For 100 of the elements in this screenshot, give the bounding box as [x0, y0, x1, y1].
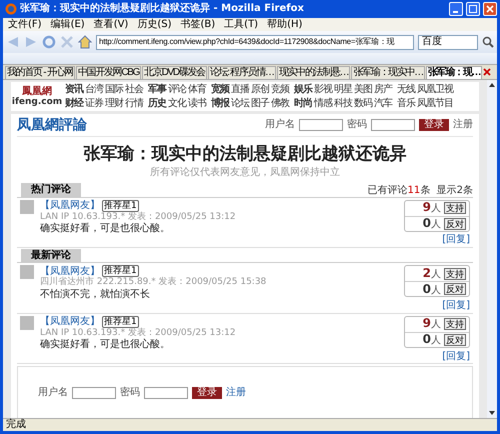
menu-item[interactable]: 帮助(H): [267, 18, 302, 30]
login-button[interactable]: 登录: [192, 386, 222, 399]
menu-item[interactable]: 编辑(E): [50, 18, 85, 30]
site-logo: 鳳凰網: [22, 86, 52, 97]
nav-link[interactable]: 资讯: [65, 84, 83, 96]
nav-link[interactable]: 房产: [374, 84, 392, 96]
menu-item[interactable]: 查看(V): [94, 18, 128, 30]
nav-link[interactable]: 竞频: [271, 84, 289, 96]
password-field[interactable]: [371, 119, 415, 132]
nav-link[interactable]: 行情: [125, 98, 143, 109]
nav-link[interactable]: 佛教: [271, 98, 289, 109]
firefox-icon: [5, 3, 17, 15]
support-button[interactable]: 支持: [444, 318, 466, 330]
forward-icon[interactable]: [24, 35, 38, 49]
browser-tab[interactable]: 北京DVD碟发会: [142, 66, 207, 79]
support-count: 9人: [422, 201, 441, 216]
register-link[interactable]: 注册: [226, 386, 246, 398]
nav-link[interactable]: 科技: [334, 98, 352, 109]
oppose-button[interactable]: 反对: [444, 334, 466, 346]
oppose-button[interactable]: 反对: [444, 218, 466, 230]
home-icon[interactable]: [78, 35, 92, 49]
nav-link[interactable]: 社会: [125, 84, 143, 96]
nav-link[interactable]: 宽频: [211, 84, 229, 96]
oppose-button[interactable]: 反对: [444, 283, 466, 296]
nav-link[interactable]: 军事: [148, 84, 166, 96]
recommend-badge: 推荐星1: [102, 265, 139, 278]
support-button[interactable]: 支持: [444, 268, 466, 280]
oppose-count: 0人: [422, 282, 441, 296]
nav-link[interactable]: 情感: [314, 98, 332, 109]
nav-link[interactable]: 体育: [188, 84, 206, 96]
username-link[interactable]: 【凤凰网友】: [40, 200, 100, 212]
nav-link[interactable]: 文化: [168, 98, 186, 109]
search-icon[interactable]: [482, 36, 494, 48]
nav-link[interactable]: 美图: [354, 84, 372, 96]
nav-link[interactable]: 明星: [334, 84, 352, 96]
login-button[interactable]: 登录: [419, 119, 449, 132]
password-label: 密码: [347, 119, 367, 131]
nav-link[interactable]: 娱乐: [294, 84, 312, 96]
reply-link[interactable]: [回复]: [442, 300, 470, 312]
support-button[interactable]: 支持: [444, 202, 466, 214]
menu-item[interactable]: 书签(B): [180, 18, 216, 30]
nav-link[interactable]: 博报: [211, 98, 229, 109]
back-icon[interactable]: [6, 35, 20, 49]
nav-link[interactable]: 财经: [65, 98, 83, 109]
browser-tab[interactable]: 我的首页 - 开心网: [5, 66, 75, 79]
comment-summary: 已有评论11条 显示2条: [368, 185, 473, 197]
minimize-button[interactable]: [449, 2, 463, 16]
nav-link[interactable]: 证券: [85, 98, 103, 109]
comment-meta: LAN IP 10.63.193.* 发表：2009/05/25 13:12: [40, 212, 237, 222]
section-tab[interactable]: 热门评论: [21, 183, 81, 197]
address-field[interactable]: http://comment.ifeng.com/view.php?chId=6439&docId=1172908&docName=张军瑜：现: [96, 34, 414, 50]
nav-link[interactable]: 论坛: [231, 98, 249, 109]
nav-link[interactable]: 原创: [251, 84, 269, 96]
username-link[interactable]: 【凤凰网友】: [40, 266, 100, 278]
reply-link[interactable]: [回复]: [442, 350, 470, 362]
browser-tab[interactable]: 现实中的法制悬…: [276, 66, 350, 79]
register-link[interactable]: 注册: [453, 119, 473, 131]
menu-item[interactable]: 工具(T): [224, 18, 258, 30]
oppose-count: 0人: [422, 216, 441, 231]
menu-item[interactable]: 历史(S): [137, 18, 172, 30]
nav-link[interactable]: 国际: [105, 84, 123, 96]
nav-link[interactable]: 理财: [105, 98, 123, 109]
nav-link[interactable]: 音乐: [397, 98, 415, 109]
menu-item[interactable]: 文件(F): [8, 18, 42, 30]
nav-link[interactable]: 汽车: [374, 98, 392, 109]
nav-link[interactable]: 直播: [231, 84, 249, 96]
avatar-silhouette: [20, 316, 34, 330]
stop-icon[interactable]: [60, 35, 74, 49]
close-tab-icon[interactable]: [483, 66, 492, 78]
password-label: 密码: [120, 386, 140, 398]
username-field[interactable]: [299, 119, 343, 132]
browser-tab[interactable]: 论坛: 程序员情…: [208, 66, 276, 79]
nav-link[interactable]: 凤凰卫视: [417, 84, 453, 96]
support-count: 2人: [422, 267, 441, 281]
comment-text: 确实挺好看，可是也很心酸。: [40, 339, 171, 351]
username-link[interactable]: 【凤凰网友】: [40, 316, 100, 328]
reply-link[interactable]: [回复]: [442, 234, 470, 246]
close-button[interactable]: [483, 2, 497, 16]
nav-link[interactable]: 历史: [148, 98, 166, 109]
nav-link[interactable]: 台湾: [85, 84, 103, 96]
browser-tab[interactable]: 中国开发网CBG: [76, 66, 142, 79]
username-field[interactable]: [72, 386, 116, 399]
nav-link[interactable]: 读书: [188, 98, 206, 109]
avatar-silhouette: [20, 200, 34, 214]
search-field[interactable]: 百度: [418, 34, 478, 50]
nav-link[interactable]: 图子: [251, 98, 269, 109]
nav-link[interactable]: 评论: [168, 84, 186, 96]
browser-tab[interactable]: 张军瑜：现实中…: [351, 66, 425, 79]
password-field[interactable]: [144, 386, 188, 399]
nav-link[interactable]: 无线: [397, 84, 415, 96]
browser-tab[interactable]: 张军瑜：现…: [426, 66, 482, 79]
recommend-badge: 推荐星1: [102, 316, 139, 328]
scrollbar[interactable]: [487, 80, 497, 418]
nav-link[interactable]: 数码: [354, 98, 372, 109]
nav-link[interactable]: 凤凰节目: [417, 98, 453, 109]
nav-link[interactable]: 时尚: [294, 98, 312, 109]
nav-link[interactable]: 影视: [314, 84, 332, 96]
reload-icon[interactable]: [42, 35, 56, 49]
maximize-button[interactable]: [466, 2, 480, 16]
section-tab[interactable]: 最新评论: [21, 248, 81, 262]
